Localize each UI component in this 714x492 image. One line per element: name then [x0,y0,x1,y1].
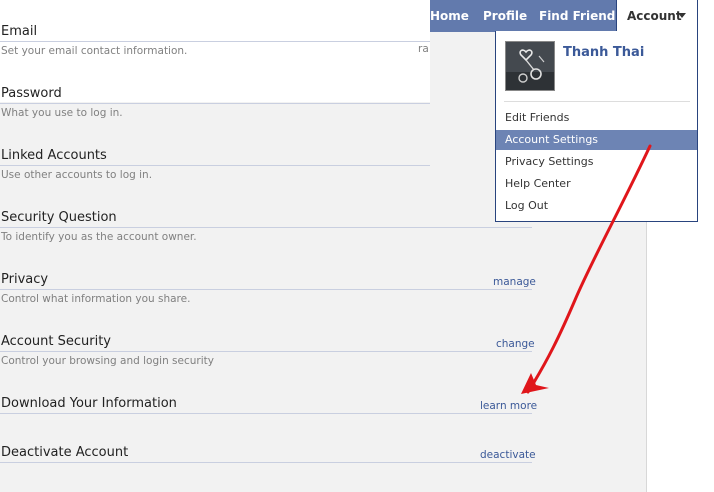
divider [0,103,430,104]
setting-title: Security Question [1,210,117,225]
divider [0,227,532,228]
nav-account-menu[interactable]: Account [616,0,698,32]
avatar-image [506,42,554,90]
setting-title: Email [1,24,38,39]
setting-linked-accounts: Linked Accounts Use other accounts to lo… [0,148,430,188]
setting-description: Control what information you share. [1,293,191,305]
deactivate-link[interactable]: deactivate [480,449,536,461]
account-dropdown: Thanh Thai Edit Friends Account Settings… [495,31,698,222]
setting-title: Account Security [1,334,112,349]
divider [0,413,532,414]
download-learn-more-link[interactable]: learn more [480,400,537,412]
truncated-link[interactable]: ra [418,43,429,55]
setting-description: Use other accounts to log in. [1,169,153,181]
setting-description: Set your email contact information. [1,45,188,57]
account-security-change-link[interactable]: change [496,338,535,350]
nav-profile[interactable]: Profile [483,9,527,23]
setting-title: Privacy [1,272,49,287]
setting-description: To identify you as the account owner. [1,231,197,243]
divider [504,101,690,102]
chevron-down-icon [678,13,686,18]
setting-description: Control your browsing and login security [1,355,214,367]
setting-title: Download Your Information [1,396,177,411]
setting-email: Email Set your email contact information… [0,24,430,64]
divider [0,351,532,352]
menu-item-help-center[interactable]: Help Center [496,174,697,194]
menu-item-edit-friends[interactable]: Edit Friends [496,108,697,128]
setting-download-information: Download Your Information learn more [0,396,537,436]
avatar[interactable] [505,41,555,91]
setting-title: Deactivate Account [1,445,129,460]
setting-password: Password What you use to log in. [0,86,430,126]
setting-deactivate-account: Deactivate Account deactivate [0,445,536,485]
setting-security-question: Security Question To identify you as the… [0,210,532,250]
setting-account-security: Account Security change Control your bro… [0,334,535,374]
privacy-manage-link[interactable]: manage [493,276,536,288]
divider [0,289,532,290]
nav-account-label: Account [627,9,682,23]
setting-title: Linked Accounts [1,148,107,163]
menu-item-log-out[interactable]: Log Out [496,196,697,216]
setting-title: Password [1,86,62,101]
menu-item-account-settings[interactable]: Account Settings [496,130,697,150]
dropdown-user-name[interactable]: Thanh Thai [563,45,644,60]
menu-item-privacy-settings[interactable]: Privacy Settings [496,152,697,172]
nav-home[interactable]: Home [430,9,469,23]
setting-privacy: Privacy manage Control what information … [0,272,536,312]
setting-description: What you use to log in. [1,107,123,119]
divider [0,41,430,42]
nav-find-friends[interactable]: Find Friends [539,9,623,23]
divider [0,462,532,463]
divider [0,165,430,166]
